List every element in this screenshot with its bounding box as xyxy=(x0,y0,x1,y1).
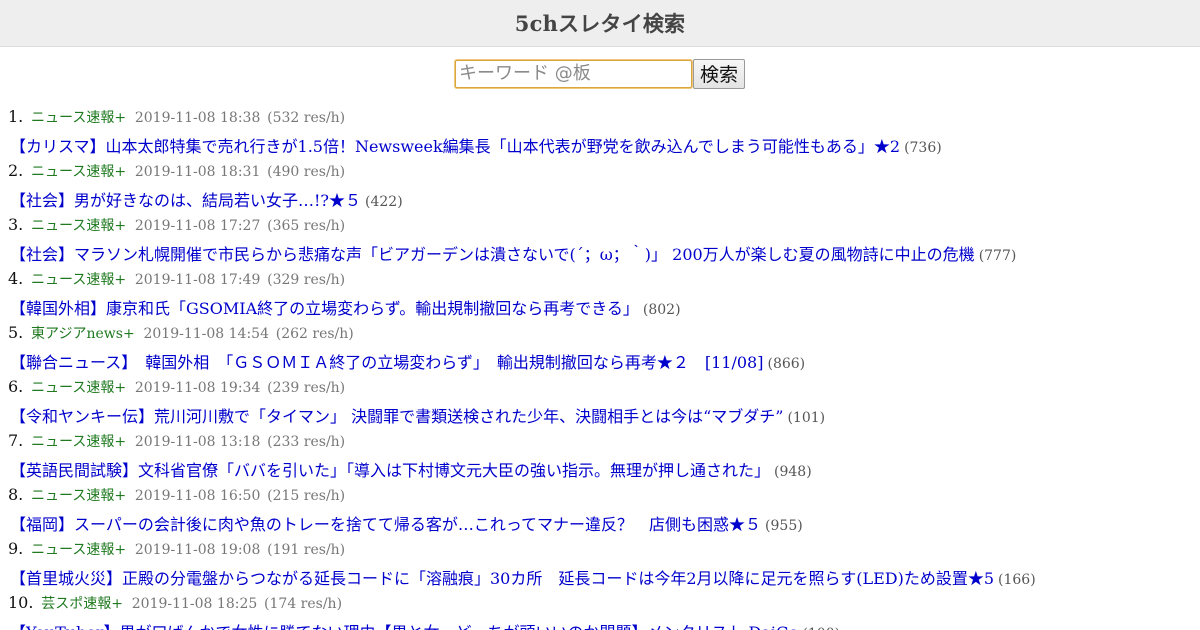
thread-rank: 9. xyxy=(8,539,24,558)
site-title[interactable]: 5chスレタイ検索 xyxy=(515,8,685,38)
thread-title-link[interactable]: 【社会】マラソン札幌開催で市民らから悲痛な声「ビアガーデンは潰さないで(´；ω；… xyxy=(10,245,975,264)
thread-res-count: (802) xyxy=(642,302,681,318)
thread-title-link[interactable]: 【社会】男が好きなのは、結局若い女子…!?★５ xyxy=(10,191,361,210)
board-link[interactable]: ニュース速報+ xyxy=(31,434,126,450)
thread-rank: 7. xyxy=(8,431,24,450)
thread-item: 2. ニュース速報+ 2019-11-08 18:31 (490 res/h) … xyxy=(8,157,1200,211)
thread-datetime: 2019-11-08 18:31 xyxy=(134,164,261,180)
board-link[interactable]: ニュース速報+ xyxy=(31,218,126,234)
board-link[interactable]: ニュース速報+ xyxy=(31,110,126,126)
thread-res-count: (948) xyxy=(774,464,812,480)
thread-meta: 7. ニュース速報+ 2019-11-08 13:18 (233 res/h) xyxy=(8,431,345,451)
thread-meta: 1. ニュース速報+ 2019-11-08 18:38 (532 res/h) xyxy=(8,107,345,127)
thread-title-link[interactable]: 【福岡】スーパーの会計後に肉や魚のトレーを捨てて帰る客が…これってマナー違反？ … xyxy=(10,515,761,534)
thread-title-link[interactable]: 【韓国外相】康京和氏「GSOMIA終了の立場変わらず。輸出規制撤回なら再考できる… xyxy=(10,299,639,318)
thread-res-count: (777) xyxy=(978,248,1017,264)
board-link[interactable]: ニュース速報+ xyxy=(31,380,126,396)
thread-rank: 4. xyxy=(8,269,24,288)
thread-speed: (174 res/h) xyxy=(264,596,343,612)
thread-speed: (262 res/h) xyxy=(275,326,354,342)
thread-speed: (215 res/h) xyxy=(267,488,346,504)
thread-speed: (365 res/h) xyxy=(267,218,346,234)
thread-res-count: (166) xyxy=(998,572,1036,588)
search-button[interactable]: 検索 xyxy=(693,58,745,89)
board-link[interactable]: ニュース速報+ xyxy=(31,488,126,504)
thread-title-link[interactable]: 【聯合ニュース】 韓国外相 「ＧＳＯＭＩＡ終了の立場変わらず」 輸出規制撤回なら… xyxy=(10,353,763,372)
thread-title-line: 【令和ヤンキー伝】荒川河川敷で「タイマン」 決闘罪で書類送検された少年、決闘相手… xyxy=(10,403,825,427)
thread-title-link[interactable]: 【カリスマ】山本太郎特集で売れ行きが1.5倍！Newsweek編集長「山本代表が… xyxy=(10,137,900,156)
thread-datetime: 2019-11-08 16:50 xyxy=(134,488,261,504)
thread-meta: 8. ニュース速報+ 2019-11-08 16:50 (215 res/h) xyxy=(8,485,345,505)
thread-meta: 9. ニュース速報+ 2019-11-08 19:08 (191 res/h) xyxy=(8,539,345,559)
thread-item: 7. ニュース速報+ 2019-11-08 13:18 (233 res/h) … xyxy=(8,427,1200,481)
search-input[interactable] xyxy=(455,59,692,88)
thread-title-line: 【社会】マラソン札幌開催で市民らから悲痛な声「ビアガーデンは潰さないで(´；ω；… xyxy=(10,241,1016,265)
thread-res-count: (955) xyxy=(765,518,803,534)
thread-title-link[interactable]: 【令和ヤンキー伝】荒川河川敷で「タイマン」 決闘罪で書類送検された少年、決闘相手… xyxy=(10,407,783,426)
site-header: 5chスレタイ検索 xyxy=(0,0,1200,47)
thread-title-line: 【英語民間試験】文科省官僚「ババを引いた」「導入は下村博文元大臣の強い指示。無理… xyxy=(10,457,812,481)
thread-res-count: (101) xyxy=(787,410,826,426)
thread-title-line: 【首里城火災】正殿の分電盤からつながる延長コードに「溶融痕」30カ所 延長コード… xyxy=(10,565,1036,589)
thread-title-line: 【福岡】スーパーの会計後に肉や魚のトレーを捨てて帰る客が…これってマナー違反？ … xyxy=(10,511,803,535)
thread-speed: (191 res/h) xyxy=(267,542,346,558)
thread-res-count: (422) xyxy=(365,194,403,210)
thread-item: 10. 芸スポ速報+ 2019-11-08 18:25 (174 res/h) … xyxy=(8,589,1200,630)
thread-datetime: 2019-11-08 14:54 xyxy=(143,326,269,342)
board-link[interactable]: ニュース速報+ xyxy=(31,164,126,180)
thread-speed: (329 res/h) xyxy=(267,272,346,288)
thread-title-line: 【聯合ニュース】 韓国外相 「ＧＳＯＭＩＡ終了の立場変わらず」 輸出規制撤回なら… xyxy=(10,349,805,373)
thread-item: 4. ニュース速報+ 2019-11-08 17:49 (329 res/h) … xyxy=(8,265,1200,319)
thread-rank: 3. xyxy=(8,215,24,234)
thread-datetime: 2019-11-08 19:08 xyxy=(134,542,261,558)
board-link[interactable]: ニュース速報+ xyxy=(31,272,126,288)
thread-datetime: 2019-11-08 13:18 xyxy=(134,434,261,450)
thread-rank: 8. xyxy=(8,485,24,504)
thread-title-line: 【社会】男が好きなのは、結局若い女子…!?★５ (422) xyxy=(10,187,403,211)
thread-item: 1. ニュース速報+ 2019-11-08 18:38 (532 res/h) … xyxy=(8,103,1200,157)
thread-res-count: (100) xyxy=(802,626,840,630)
thread-meta: 3. ニュース速報+ 2019-11-08 17:27 (365 res/h) xyxy=(8,215,345,235)
thread-item: 5. 東アジアnews+ 2019-11-08 14:54 (262 res/h… xyxy=(8,319,1200,373)
thread-meta: 6. ニュース速報+ 2019-11-08 19:34 (239 res/h) xyxy=(8,377,345,397)
thread-res-count: (866) xyxy=(767,356,806,372)
thread-datetime: 2019-11-08 17:49 xyxy=(134,272,261,288)
thread-list: 1. ニュース速報+ 2019-11-08 18:38 (532 res/h) … xyxy=(0,103,1200,630)
thread-speed: (532 res/h) xyxy=(267,110,346,126)
thread-title-line: 【YouTuber】男が口ばんかで女性に勝てない理由【男と女、どっちが頭いいのか… xyxy=(10,619,840,630)
thread-title-link[interactable]: 【英語民間試験】文科省官僚「ババを引いた」「導入は下村博文元大臣の強い指示。無理… xyxy=(10,461,770,480)
thread-datetime: 2019-11-08 18:38 xyxy=(134,110,261,126)
thread-datetime: 2019-11-08 17:27 xyxy=(134,218,261,234)
thread-rank: 6. xyxy=(8,377,24,396)
thread-meta: 5. 東アジアnews+ 2019-11-08 14:54 (262 res/h… xyxy=(8,323,354,343)
board-link[interactable]: ニュース速報+ xyxy=(31,542,126,558)
thread-item: 8. ニュース速報+ 2019-11-08 16:50 (215 res/h) … xyxy=(8,481,1200,535)
thread-title-line: 【韓国外相】康京和氏「GSOMIA終了の立場変わらず。輸出規制撤回なら再考できる… xyxy=(10,295,681,319)
thread-meta: 2. ニュース速報+ 2019-11-08 18:31 (490 res/h) xyxy=(8,161,345,181)
board-link[interactable]: 東アジアnews+ xyxy=(31,326,135,342)
thread-datetime: 2019-11-08 18:25 xyxy=(131,596,258,612)
thread-meta: 4. ニュース速報+ 2019-11-08 17:49 (329 res/h) xyxy=(8,269,345,289)
thread-rank: 5. xyxy=(8,323,24,342)
thread-rank: 2. xyxy=(8,161,24,180)
thread-meta: 10. 芸スポ速報+ 2019-11-08 18:25 (174 res/h) xyxy=(8,593,342,613)
thread-speed: (239 res/h) xyxy=(267,380,346,396)
thread-res-count: (736) xyxy=(904,140,942,156)
thread-speed: (233 res/h) xyxy=(267,434,346,450)
thread-datetime: 2019-11-08 19:34 xyxy=(134,380,261,396)
thread-item: 6. ニュース速報+ 2019-11-08 19:34 (239 res/h) … xyxy=(8,373,1200,427)
thread-speed: (490 res/h) xyxy=(267,164,346,180)
thread-item: 3. ニュース速報+ 2019-11-08 17:27 (365 res/h) … xyxy=(8,211,1200,265)
board-link[interactable]: 芸スポ速報+ xyxy=(41,596,123,612)
thread-rank: 10. xyxy=(8,593,34,612)
search-form: 検索 xyxy=(0,58,1200,89)
thread-title-link[interactable]: 【首里城火災】正殿の分電盤からつながる延長コードに「溶融痕」30カ所 延長コード… xyxy=(10,569,994,588)
thread-title-link[interactable]: 【YouTuber】男が口ばんかで女性に勝てない理由【男と女、どっちが頭いいのか… xyxy=(10,623,798,630)
thread-title-line: 【カリスマ】山本太郎特集で売れ行きが1.5倍！Newsweek編集長「山本代表が… xyxy=(10,133,942,157)
thread-item: 9. ニュース速報+ 2019-11-08 19:08 (191 res/h) … xyxy=(8,535,1200,589)
thread-rank: 1. xyxy=(8,107,24,126)
